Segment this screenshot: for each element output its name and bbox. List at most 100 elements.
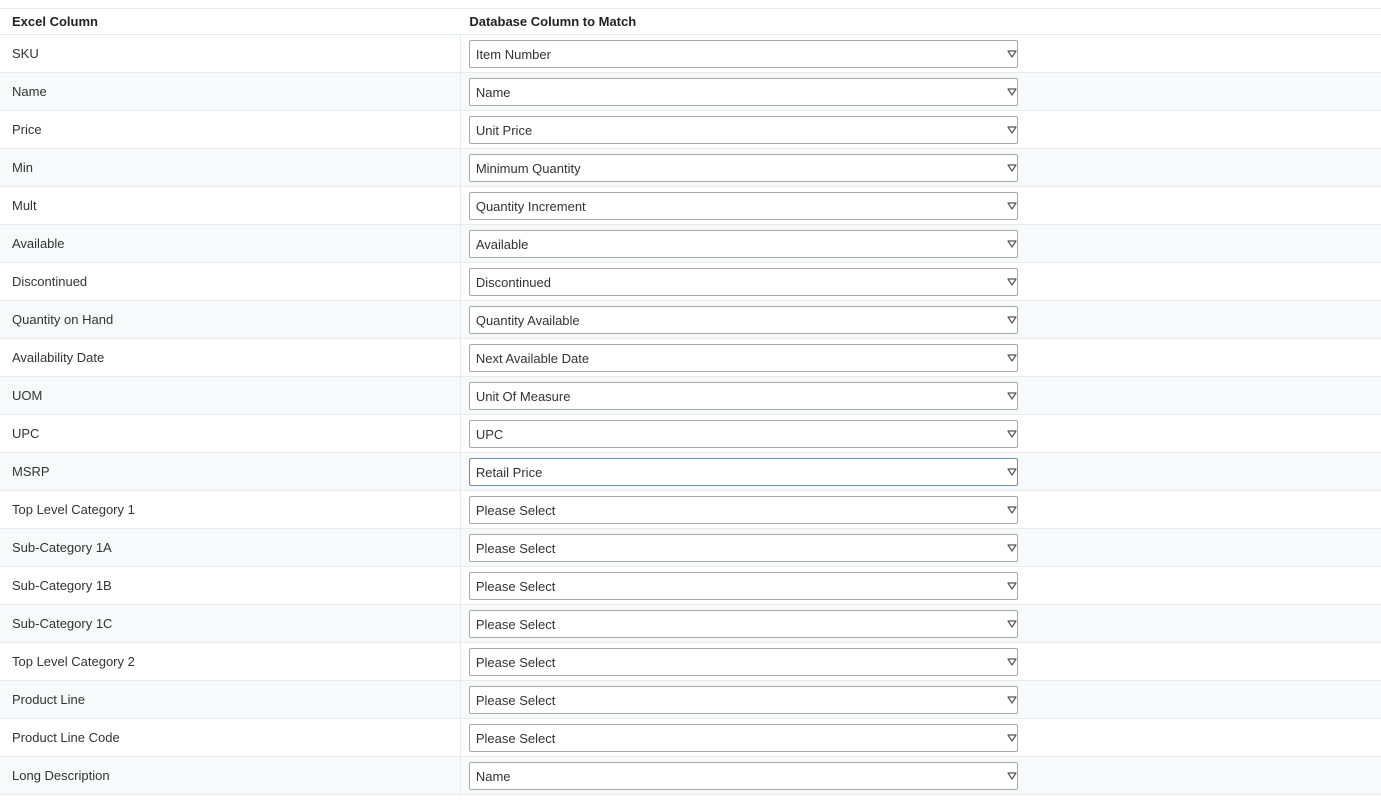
database-column-cell: Please Select (459, 566, 1018, 605)
database-column-cell: Quantity Increment (459, 186, 1018, 225)
excel-column-cell: Top Level Category 2 (0, 642, 461, 681)
database-column-select[interactable]: Name (468, 77, 1018, 106)
database-column-select[interactable]: Please Select (468, 685, 1018, 714)
excel-column-cell: UPC (0, 414, 461, 453)
database-column-selected-value: Please Select (475, 616, 556, 632)
database-column-select[interactable]: Unit Price (468, 115, 1018, 144)
database-column-select[interactable]: Please Select (468, 647, 1018, 676)
database-column-select[interactable]: Please Select (468, 571, 1018, 600)
excel-column-name: Discontinued (12, 274, 88, 289)
mapping-row: Top Level Category 2 Please Select (0, 642, 1381, 681)
excel-column-name: Min (12, 160, 33, 175)
database-column-select[interactable]: Item Number (468, 39, 1018, 68)
excel-column-cell: Sub-Category 1C (0, 604, 461, 643)
excel-column-name: Price (12, 122, 42, 137)
mapping-row: Sub-Category 1C Please Select (0, 604, 1381, 643)
database-column-select[interactable]: Next Available Date (468, 343, 1018, 372)
excel-column-cell: Price (0, 110, 461, 149)
database-column-select[interactable]: Please Select (468, 723, 1018, 752)
database-column-cell: Unit Of Measure (459, 376, 1018, 415)
database-column-cell: Please Select (459, 490, 1018, 529)
database-column-cell: Quantity Available (459, 300, 1018, 339)
excel-column-cell: Long Description (0, 756, 461, 795)
excel-column-cell: Name (0, 72, 461, 111)
mapping-row: MSRP Retail Price (0, 452, 1381, 491)
excel-column-name: Sub-Category 1B (12, 578, 112, 593)
database-column-selected-value: Minimum Quantity (475, 160, 581, 176)
database-column-select[interactable]: Minimum Quantity (468, 153, 1018, 182)
excel-column-name: Mult (12, 198, 37, 213)
database-column-header: Database Column to Match (460, 8, 1381, 35)
excel-column-cell: SKU (0, 34, 461, 73)
database-column-select[interactable]: UPC (468, 419, 1018, 448)
mapping-row: Top Level Category 1 Please Select (0, 490, 1381, 529)
database-column-selected-value: Please Select (475, 692, 556, 708)
database-column-select[interactable]: Name (468, 761, 1018, 790)
database-column-selected-value: Please Select (475, 578, 556, 594)
database-column-cell: UPC (459, 414, 1018, 453)
excel-column-cell: Mult (0, 186, 461, 225)
excel-column-name: UPC (12, 426, 40, 441)
database-column-select[interactable]: Quantity Available (468, 305, 1018, 334)
mapping-row: Availability Date Next Available Date (0, 338, 1381, 377)
mapping-row: UPC UPC (0, 414, 1381, 453)
database-column-cell: Please Select (459, 604, 1018, 643)
column-mapping-table: Excel Column Database Column to Match SK… (0, 8, 1381, 795)
excel-column-cell: UOM (0, 376, 461, 415)
database-column-cell: Unit Price (459, 110, 1018, 149)
database-column-cell: Discontinued (459, 262, 1018, 301)
excel-column-name: Top Level Category 1 (12, 502, 135, 517)
excel-column-cell: Top Level Category 1 (0, 490, 461, 529)
mapping-row: Sub-Category 1B Please Select (0, 566, 1381, 605)
excel-column-name: Sub-Category 1C (12, 616, 113, 631)
excel-column-name: Product Line Code (12, 730, 120, 745)
database-column-cell: Name (459, 72, 1018, 111)
database-column-select[interactable]: Please Select (468, 495, 1018, 524)
excel-column-name: SKU (12, 46, 39, 61)
database-column-selected-value: Quantity Increment (475, 198, 586, 214)
database-column-select[interactable]: Unit Of Measure (468, 381, 1018, 410)
database-column-cell: Minimum Quantity (459, 148, 1018, 187)
database-column-selected-value: Available (475, 236, 529, 252)
table-header-row: Excel Column Database Column to Match (0, 8, 1381, 35)
mapping-row: Quantity on Hand Quantity Available (0, 300, 1381, 339)
excel-column-name: Availability Date (12, 350, 105, 365)
mapping-rows: SKU Item Number Name Name Price Unit Pri… (0, 34, 1381, 795)
database-column-cell: Next Available Date (459, 338, 1018, 377)
excel-column-name: UOM (12, 388, 43, 403)
excel-column-cell: Sub-Category 1A (0, 528, 461, 567)
database-column-selected-value: Next Available Date (475, 350, 590, 366)
database-column-selected-value: Please Select (475, 502, 556, 518)
database-column-cell: Retail Price (459, 452, 1018, 491)
excel-column-name: MSRP (12, 464, 50, 479)
database-column-select[interactable]: Discontinued (468, 267, 1018, 296)
database-column-select[interactable]: Retail Price (468, 457, 1018, 486)
excel-column-cell: Availability Date (0, 338, 461, 377)
mapping-row: Sub-Category 1A Please Select (0, 528, 1381, 567)
database-column-cell: Please Select (459, 718, 1018, 757)
excel-column-cell: Product Line (0, 680, 461, 719)
database-column-select[interactable]: Available (468, 229, 1018, 258)
mapping-row: UOM Unit Of Measure (0, 376, 1381, 415)
mapping-row: Available Available (0, 224, 1381, 263)
mapping-row: Product Line Please Select (0, 680, 1381, 719)
database-column-selected-value: Discontinued (475, 274, 551, 290)
excel-column-name: Name (12, 84, 47, 99)
database-column-select[interactable]: Please Select (468, 609, 1018, 638)
mapping-row: Name Name (0, 72, 1381, 111)
database-column-selected-value: Please Select (475, 730, 556, 746)
mapping-row: Price Unit Price (0, 110, 1381, 149)
excel-column-cell: Discontinued (0, 262, 461, 301)
database-column-select[interactable]: Please Select (468, 533, 1018, 562)
database-column-selected-value: Item Number (475, 46, 551, 62)
excel-column-cell: MSRP (0, 452, 461, 491)
database-column-selected-value: Unit Of Measure (475, 388, 571, 404)
excel-column-cell: Sub-Category 1B (0, 566, 461, 605)
database-column-select[interactable]: Quantity Increment (468, 191, 1018, 220)
excel-column-cell: Min (0, 148, 461, 187)
mapping-row: Mult Quantity Increment (0, 186, 1381, 225)
database-column-selected-value: UPC (475, 426, 504, 442)
database-column-selected-value: Quantity Available (475, 312, 580, 328)
mapping-row: Discontinued Discontinued (0, 262, 1381, 301)
database-column-cell: Available (459, 224, 1018, 263)
